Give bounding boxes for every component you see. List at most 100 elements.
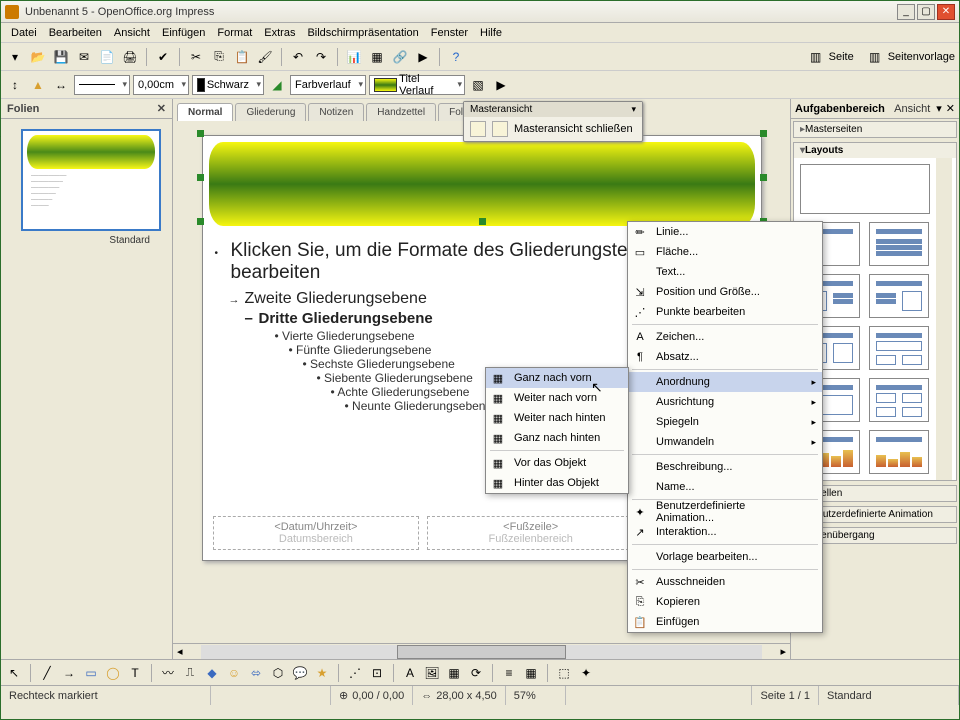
menu-bearbeiten[interactable]: Bearbeiten bbox=[43, 25, 108, 41]
extrude-tool[interactable]: ⬚ bbox=[555, 664, 573, 682]
menuitem[interactable]: ✂Ausschneiden bbox=[628, 572, 822, 592]
menuitem[interactable]: Ausrichtung bbox=[628, 392, 822, 412]
shadow-button[interactable]: ▧ bbox=[468, 75, 488, 95]
layout-chart2[interactable] bbox=[869, 430, 929, 474]
slide-thumbnail-1[interactable]: ────────────────────────────────────────… bbox=[21, 129, 161, 231]
cut-button[interactable]: ✂ bbox=[186, 47, 206, 67]
presentation2-button[interactable]: ▶ bbox=[491, 75, 511, 95]
fill-button[interactable]: ◢ bbox=[267, 75, 287, 95]
menuitem[interactable]: Text... bbox=[628, 262, 822, 282]
line-style-combo[interactable] bbox=[74, 75, 130, 95]
menuitem[interactable]: 📋Einfügen bbox=[628, 612, 822, 632]
presentation-button[interactable]: ▶ bbox=[413, 47, 433, 67]
context-menu[interactable]: ✏Linie...▭Fläche...Text...⇲Position und … bbox=[627, 221, 823, 633]
menuitem[interactable]: Name... bbox=[628, 477, 822, 497]
masterview-icon1[interactable] bbox=[470, 121, 486, 137]
text-tool[interactable]: T bbox=[126, 664, 144, 682]
maximize-button[interactable]: ▢ bbox=[917, 4, 935, 20]
minimize-button[interactable]: _ bbox=[897, 4, 915, 20]
menu-hilfe[interactable]: Hilfe bbox=[474, 25, 508, 41]
menuitem[interactable]: ↗Interaktion... bbox=[628, 522, 822, 542]
horizontal-scrollbar[interactable]: ◂▸ bbox=[173, 643, 790, 659]
clone-button[interactable]: 🖌 bbox=[255, 47, 275, 67]
line-width-combo[interactable]: 0,00cm bbox=[133, 75, 189, 95]
menu-bildschirmpräsentation[interactable]: Bildschirmpräsentation bbox=[301, 25, 424, 41]
fill-type-combo[interactable]: Farbverlauf bbox=[290, 75, 366, 95]
menuitem[interactable]: ¶Absatz... bbox=[628, 347, 822, 367]
curve-tool[interactable]: 〰 bbox=[159, 664, 177, 682]
taskpane-close-icon[interactable]: ✕ bbox=[946, 102, 955, 115]
menu-extras[interactable]: Extras bbox=[258, 25, 301, 41]
taskpane-view[interactable]: Ansicht bbox=[894, 103, 930, 115]
arrow-ends-button[interactable]: ↔ bbox=[51, 75, 71, 95]
save-button[interactable]: 💾 bbox=[51, 47, 71, 67]
open-button[interactable]: 📂 bbox=[28, 47, 48, 67]
layout-title-content[interactable] bbox=[869, 222, 929, 266]
menuitem[interactable]: Anordnung bbox=[628, 372, 822, 392]
copy-button[interactable]: ⎘ bbox=[209, 47, 229, 67]
menu-fenster[interactable]: Fenster bbox=[425, 25, 474, 41]
ellipse-tool[interactable]: ◯ bbox=[104, 664, 122, 682]
seitenvorlage-icon[interactable]: ▥ bbox=[865, 47, 885, 67]
status-zoom[interactable]: 57% bbox=[506, 686, 566, 705]
points-tool[interactable]: ⋰ bbox=[346, 664, 364, 682]
menuitem[interactable]: ▦Weiter nach vorn bbox=[486, 388, 628, 408]
align-tool[interactable]: ≡ bbox=[500, 664, 518, 682]
menuitem[interactable]: ▦Weiter nach hinten bbox=[486, 408, 628, 428]
context-submenu-anordnung[interactable]: ▦Ganz nach vorn▦Weiter nach vorn▦Weiter … bbox=[485, 367, 629, 494]
glue-tool[interactable]: ⊡ bbox=[368, 664, 386, 682]
menuitem[interactable]: Umwandeln bbox=[628, 432, 822, 452]
menuitem[interactable]: ▦Ganz nach hinten bbox=[486, 428, 628, 448]
masterview-title[interactable]: Masteransicht bbox=[464, 102, 642, 117]
menuitem[interactable]: ▦Vor das Objekt bbox=[486, 453, 628, 473]
help-button[interactable]: ? bbox=[446, 47, 466, 67]
stars-tool[interactable]: ★ bbox=[313, 664, 331, 682]
rect-tool[interactable]: ▭ bbox=[82, 664, 100, 682]
seite-icon[interactable]: ▥ bbox=[806, 47, 826, 67]
fontwork-tool[interactable]: A bbox=[401, 664, 419, 682]
hyperlink-button[interactable]: 🔗 bbox=[390, 47, 410, 67]
menuitem[interactable]: AZeichen... bbox=[628, 327, 822, 347]
line-color-combo[interactable]: Schwarz bbox=[192, 75, 264, 95]
new-button[interactable]: ▾ bbox=[5, 47, 25, 67]
symbolshapes-tool[interactable]: ☺ bbox=[225, 664, 243, 682]
viewtab-notizen[interactable]: Notizen bbox=[308, 103, 364, 121]
arrange-tool[interactable]: ▦ bbox=[522, 664, 540, 682]
menu-format[interactable]: Format bbox=[211, 25, 258, 41]
connector-tool[interactable]: ⎍ bbox=[181, 664, 199, 682]
menuitem[interactable]: ✦Benutzerdefinierte Animation... bbox=[628, 502, 822, 522]
arrows-tool[interactable]: ⬄ bbox=[247, 664, 265, 682]
undo-button[interactable]: ↶ bbox=[288, 47, 308, 67]
date-placeholder[interactable]: <Datum/Uhrzeit>Datumsbereich bbox=[213, 516, 420, 550]
masterview-icon2[interactable] bbox=[492, 121, 508, 137]
viewtab-gliederung[interactable]: Gliederung bbox=[235, 103, 306, 121]
line-tool[interactable]: ╱ bbox=[38, 664, 56, 682]
masterview-toolbar[interactable]: Masteransicht Masteransicht schließen bbox=[463, 101, 643, 142]
menuitem[interactable]: ⎘Kopieren bbox=[628, 592, 822, 612]
menuitem[interactable]: Spiegeln bbox=[628, 412, 822, 432]
menuitem[interactable]: ⋰Punkte bearbeiten bbox=[628, 302, 822, 322]
menu-datei[interactable]: Datei bbox=[5, 25, 43, 41]
select-tool[interactable]: ↖ bbox=[5, 664, 23, 682]
section-masterseiten[interactable]: Masterseiten bbox=[793, 121, 957, 138]
menuitem[interactable]: ⇲Position und Größe... bbox=[628, 282, 822, 302]
interaction-tool[interactable]: ✦ bbox=[577, 664, 595, 682]
spell-button[interactable]: ✔ bbox=[153, 47, 173, 67]
taskpane-menu-icon[interactable]: ▾ bbox=[936, 102, 942, 115]
masterview-close[interactable]: Masteransicht schließen bbox=[514, 123, 633, 135]
gradient-combo[interactable]: Titel Verlauf bbox=[369, 75, 465, 95]
fromfile-tool[interactable]: 🖼 bbox=[423, 664, 441, 682]
menu-einfügen[interactable]: Einfügen bbox=[156, 25, 211, 41]
mail-button[interactable]: ✉ bbox=[74, 47, 94, 67]
viewtab-handzettel[interactable]: Handzettel bbox=[366, 103, 436, 121]
layout-1over2[interactable] bbox=[869, 326, 929, 370]
gallery-tool[interactable]: ▦ bbox=[445, 664, 463, 682]
paste-button[interactable]: 📋 bbox=[232, 47, 252, 67]
menuitem[interactable]: Vorlage bearbeiten... bbox=[628, 547, 822, 567]
chart-button[interactable]: 📊 bbox=[344, 47, 364, 67]
pdf-button[interactable]: 📄 bbox=[97, 47, 117, 67]
callout-tool[interactable]: 💬 bbox=[291, 664, 309, 682]
rotate-tool[interactable]: ⟳ bbox=[467, 664, 485, 682]
arrow-tool[interactable]: → bbox=[60, 664, 78, 682]
viewtab-normal[interactable]: Normal bbox=[177, 103, 233, 121]
